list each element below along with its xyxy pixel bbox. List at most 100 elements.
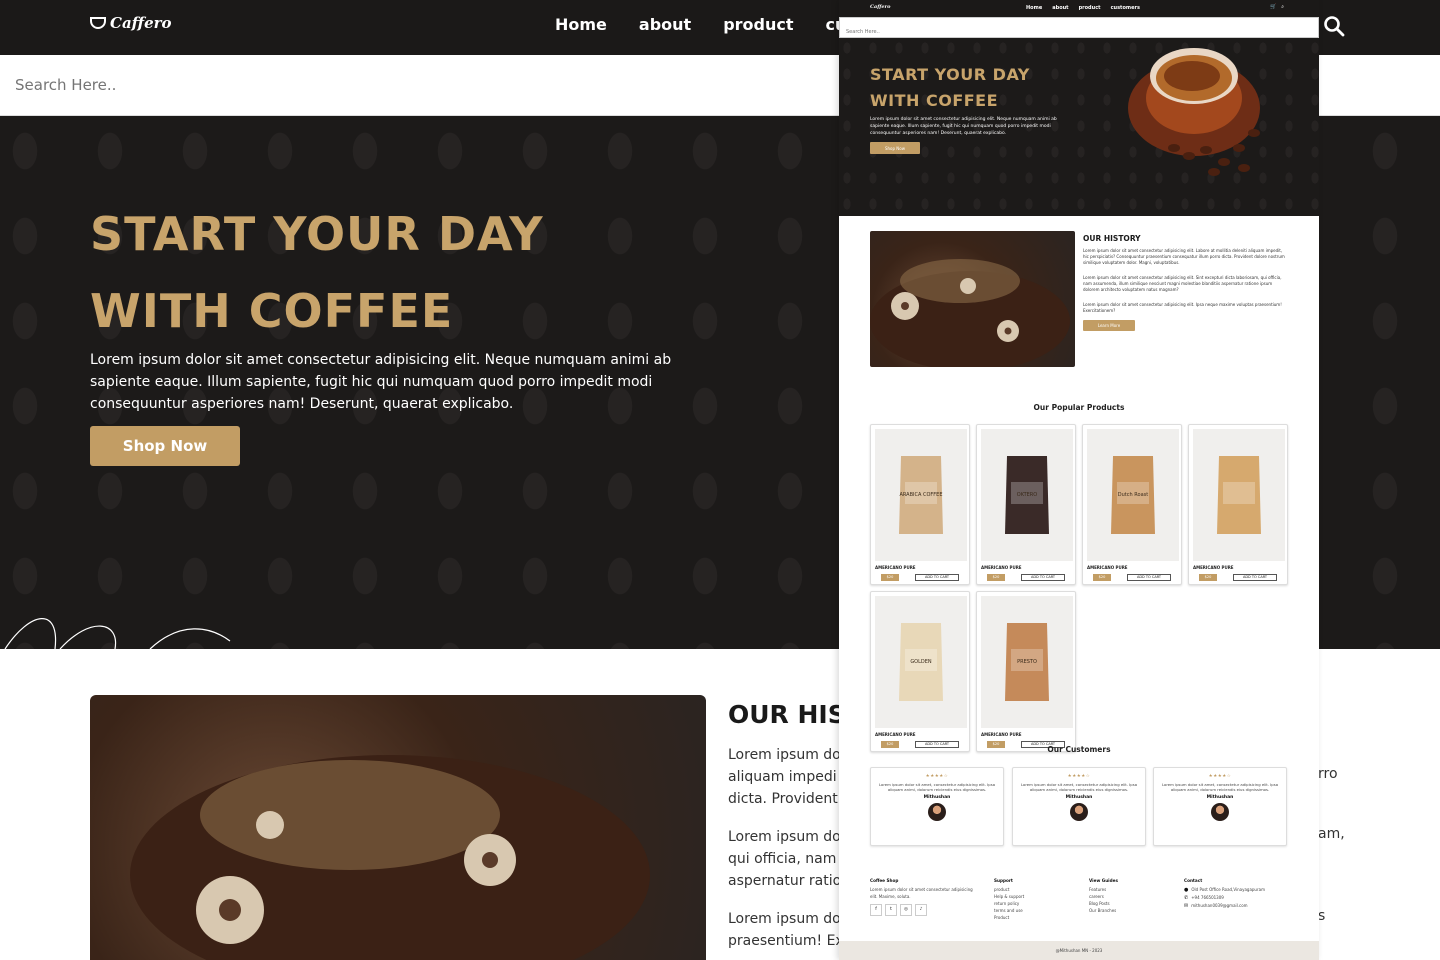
- avatar: [1211, 803, 1229, 822]
- history-line: Lorem ipsum do: [728, 747, 841, 763]
- product-name: AMERICANO PURE: [981, 732, 1022, 737]
- customer-card: ★★★★☆ Lorem ipsum dolor sit amet, consect…: [1012, 767, 1146, 846]
- coffee-bag-icon: GOLDEN: [899, 623, 943, 701]
- twitter-icon[interactable]: t: [885, 904, 897, 916]
- footer-email: ✉ mithushan0039@gmail.com: [1184, 902, 1265, 910]
- coffee-beans-illustration: [130, 755, 650, 960]
- footer: Coffee Shop Lorem ipsum dolor sit amet c…: [839, 870, 1319, 940]
- add-to-cart-button[interactable]: ADD TO CART: [1233, 574, 1277, 581]
- preview-shop-now-button[interactable]: Shop Now: [870, 142, 920, 154]
- preview-nav-home[interactable]: Home: [1026, 5, 1042, 11]
- coffee-bag-icon: [1217, 456, 1261, 534]
- hero-title-line1: START YOUR DAY: [90, 207, 544, 261]
- customer-card: ★★★★☆ Lorem ipsum dolor sit amet, consect…: [1153, 767, 1287, 846]
- tiktok-icon[interactable]: ♪: [915, 904, 927, 916]
- preview-navbar: Caffero Home about product customers 🛒 ⌕: [839, 0, 1319, 17]
- preview-history-image: [870, 231, 1075, 367]
- coffee-bag-icon: ARABICA COFFEE: [899, 456, 943, 534]
- product-price: $20: [1199, 574, 1217, 581]
- product-name: AMERICANO PURE: [1193, 565, 1234, 570]
- page-preview: Caffero Home about product customers 🛒 ⌕…: [839, 0, 1319, 960]
- testimonial-text: Lorem ipsum dolor sit amet, consectetur …: [1020, 782, 1138, 793]
- bag-label: [1223, 482, 1255, 504]
- search-input[interactable]: [0, 55, 800, 115]
- preview-hero-line2: WITH COFFEE: [870, 91, 999, 110]
- history-fragment: am,: [1318, 826, 1345, 842]
- shop-now-button[interactable]: Shop Now: [90, 426, 240, 466]
- nav-link-home[interactable]: Home: [555, 15, 607, 34]
- footer-link[interactable]: careers: [1089, 893, 1118, 900]
- preview-nav-links: Home about product customers: [1026, 5, 1140, 11]
- email-text[interactable]: mithushan0039@gmail.com: [1191, 903, 1247, 908]
- product-card[interactable]: Dutch Roast AMERICANO PURE $20 ADD TO CART: [1082, 424, 1182, 585]
- preview-logo[interactable]: Caffero: [870, 4, 891, 10]
- footer-address: ● Old Post Office Road,Vinayagapuram: [1184, 886, 1265, 894]
- history-fragment: s: [1318, 908, 1326, 924]
- product-image: GOLDEN: [875, 596, 967, 728]
- preview-nav-customers[interactable]: customers: [1111, 5, 1140, 11]
- phone-text: +94 766501309: [1191, 895, 1224, 900]
- product-card[interactable]: AMERICANO PURE $20 ADD TO CART: [1188, 424, 1288, 585]
- instagram-icon[interactable]: ◎: [900, 904, 912, 916]
- preview-search-bar: [839, 17, 1319, 42]
- product-card[interactable]: ARABICA COFFEE AMERICANO PURE $20 ADD TO CA…: [870, 424, 970, 585]
- product-card[interactable]: PRESTO AMERICANO PURE $20 ADD TO CART: [976, 591, 1076, 752]
- bag-label-text: ARABICA COFFEE: [899, 492, 942, 498]
- footer-contact-title: Contact: [1184, 878, 1203, 883]
- email-icon: ✉: [1184, 903, 1189, 909]
- footer-link[interactable]: Blog Posts: [1089, 900, 1118, 907]
- footer-link[interactable]: Product: [994, 914, 1024, 921]
- add-to-cart-button[interactable]: ADD TO CART: [915, 574, 959, 581]
- footer-link[interactable]: terms and use: [994, 907, 1024, 914]
- product-price: $20: [1093, 574, 1111, 581]
- search-icon[interactable]: ⌕: [1281, 4, 1284, 10]
- cart-icon[interactable]: 🛒: [1270, 4, 1276, 10]
- product-card[interactable]: OKTERO AMERICANO PURE $20 ADD TO CART: [976, 424, 1076, 585]
- hero-title-line2: WITH COFFEE: [90, 284, 454, 338]
- social-links: f t ◎ ♪: [870, 904, 980, 916]
- product-name: AMERICANO PURE: [875, 732, 916, 737]
- preview-nav-product[interactable]: product: [1079, 5, 1101, 11]
- testimonial-text: Lorem ipsum dolor sit amet, consectetur …: [1161, 782, 1279, 793]
- nav-link-about[interactable]: about: [639, 15, 691, 34]
- footer-link[interactable]: Features: [1089, 886, 1118, 893]
- testimonial-text: Lorem ipsum dolor sit amet, consectetur …: [878, 782, 996, 793]
- footer-col-guides: View Guides Features careers Blog Posts …: [1089, 878, 1118, 914]
- preview-hero-title: START YOUR DAY WITH COFFEE: [870, 62, 1030, 114]
- footer-guides-title: View Guides: [1089, 878, 1118, 883]
- product-card[interactable]: GOLDEN AMERICANO PURE $20 ADD TO CART: [870, 591, 970, 752]
- facebook-icon[interactable]: f: [870, 904, 882, 916]
- footer-link[interactable]: product: [994, 886, 1024, 893]
- history-line: aspernatur ratio: [728, 873, 842, 889]
- product-image: [1193, 429, 1285, 561]
- preview-nav-about[interactable]: about: [1052, 5, 1068, 11]
- product-image: ARABICA COFFEE: [875, 429, 967, 561]
- hero-title: START YOUR DAY WITH COFFEE: [90, 196, 544, 350]
- logo-text: Caffero: [110, 14, 172, 32]
- add-to-cart-button[interactable]: ADD TO CART: [1127, 574, 1171, 581]
- preview-history-p3: Lorem ipsum dolor sit amet consectetur a…: [1083, 302, 1282, 313]
- location-icon: ●: [1184, 887, 1189, 893]
- preview-nav-icons: 🛒 ⌕: [1270, 4, 1284, 10]
- products-title: Our Popular Products: [1033, 403, 1125, 412]
- customer-name: Mithushan: [1065, 795, 1093, 801]
- logo[interactable]: Caffero: [90, 14, 172, 32]
- footer-link[interactable]: Help & support: [994, 893, 1024, 900]
- nav-link-product[interactable]: product: [723, 15, 793, 34]
- search-icon[interactable]: [1322, 14, 1346, 38]
- footer-link[interactable]: return policy: [994, 900, 1024, 907]
- footer-shop-text: Lorem ipsum dolor sit amet consectetur a…: [870, 887, 973, 899]
- rating-stars: ★★★★☆: [1208, 774, 1232, 779]
- footer-link[interactable]: Our Branches: [1089, 907, 1118, 914]
- customer-card: ★★★★☆ Lorem ipsum dolor sit amet, consect…: [870, 767, 1004, 846]
- footer-support-title: Support: [994, 878, 1013, 883]
- history-line: aliquam impedi: [728, 769, 837, 785]
- preview-history-title: OUR HISTORY: [1083, 234, 1141, 243]
- coffee-bag-icon: OKTERO: [1005, 456, 1049, 534]
- preview-hero-line1: START YOUR DAY: [870, 65, 1030, 84]
- footer-phone: ✆ +94 766501309: [1184, 894, 1265, 902]
- footer-col-support: Support product Help & support return po…: [994, 878, 1024, 921]
- learn-more-button[interactable]: Learn More: [1083, 320, 1135, 331]
- add-to-cart-button[interactable]: ADD TO CART: [1021, 574, 1065, 581]
- coffee-cup-icon: [90, 17, 106, 29]
